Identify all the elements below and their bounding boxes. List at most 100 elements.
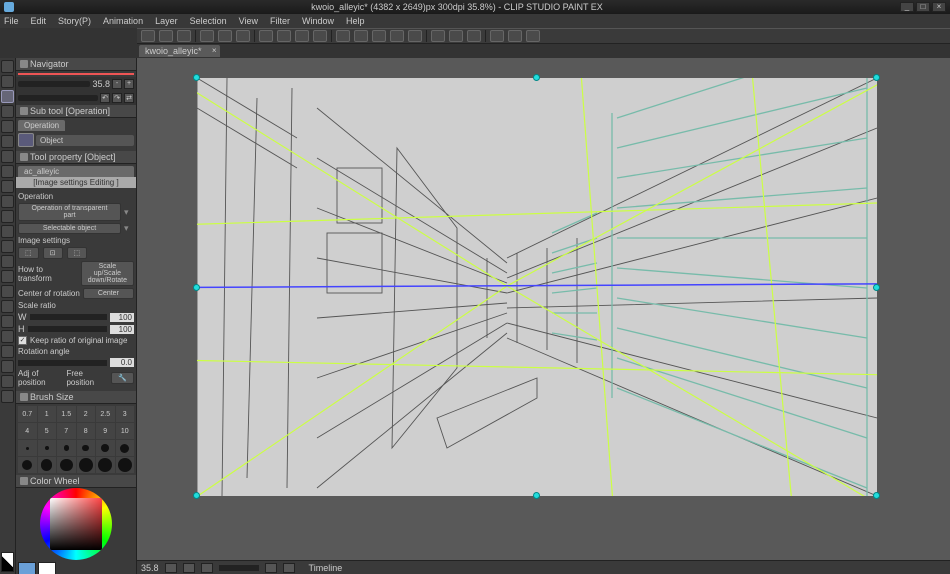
brush-dot-15[interactable] — [18, 440, 37, 456]
tool-figure-icon[interactable] — [1, 315, 14, 328]
toolbar-rec-icon[interactable] — [490, 30, 504, 42]
anchor-br-button[interactable]: ⬚ — [67, 247, 88, 259]
brush-dot-40[interactable] — [116, 440, 135, 456]
canvas[interactable] — [197, 78, 877, 496]
handle-bc[interactable] — [533, 492, 540, 499]
menu-animation[interactable]: Animation — [103, 16, 143, 26]
h-input[interactable]: 100 — [110, 325, 134, 334]
toolbar-redo-icon[interactable] — [218, 30, 232, 42]
zoom-slider[interactable] — [18, 81, 90, 87]
rotate-slider[interactable] — [18, 95, 98, 101]
tool-zoom-icon[interactable] — [1, 60, 14, 73]
w-slider[interactable] — [30, 314, 108, 320]
menu-filter[interactable]: Filter — [270, 16, 290, 26]
toolbar-flip-icon[interactable] — [408, 30, 422, 42]
brush-dot-100[interactable] — [116, 457, 135, 473]
transparent-part-button[interactable]: Operation of transparent part — [18, 203, 121, 221]
menu-edit[interactable]: Edit — [31, 16, 47, 26]
menu-help[interactable]: Help — [346, 16, 365, 26]
tool-ruler-icon[interactable] — [1, 360, 14, 373]
brush-size-4[interactable]: 4 — [18, 423, 37, 439]
toolbar-save-icon[interactable] — [177, 30, 191, 42]
toolbar-grid-icon[interactable] — [449, 30, 463, 42]
toolbar-new-icon[interactable] — [141, 30, 155, 42]
h-slider[interactable] — [28, 326, 108, 332]
brush-size-7[interactable]: 7 — [57, 423, 76, 439]
handle-tr[interactable] — [873, 74, 880, 81]
brush-size-8[interactable]: 8 — [77, 423, 96, 439]
anchor-tl-button[interactable]: ⬚ — [18, 247, 39, 259]
toolbar-erase-icon[interactable] — [236, 30, 250, 42]
menu-window[interactable]: Window — [302, 16, 334, 26]
handle-mr[interactable] — [873, 284, 880, 291]
tool-blend-icon[interactable] — [1, 270, 14, 283]
subtool-item[interactable]: Object — [18, 133, 134, 147]
tool-move-icon[interactable] — [1, 75, 14, 88]
flip-icon[interactable] — [283, 563, 295, 573]
toolbar-open-icon[interactable] — [159, 30, 173, 42]
tool-lasso-icon[interactable] — [1, 150, 14, 163]
navigator-thumbnail[interactable] — [18, 73, 134, 75]
toolbar-help-icon[interactable] — [526, 30, 540, 42]
handle-ml[interactable] — [193, 284, 200, 291]
toolbar-zoom-icon[interactable] — [336, 30, 350, 42]
navigator-header[interactable]: Navigator — [16, 58, 136, 71]
subtool-tab[interactable]: Operation — [18, 120, 65, 131]
toolbar-undo-icon[interactable] — [200, 30, 214, 42]
canvas-area[interactable]: 35.8 Timeline — [137, 58, 950, 574]
dropdown-icon[interactable]: ▾ — [124, 207, 134, 218]
tool-layermove-icon[interactable] — [1, 105, 14, 118]
maximize-button[interactable]: □ — [916, 2, 930, 12]
brush-size-5[interactable]: 5 — [38, 423, 57, 439]
fg-bg-swatch[interactable] — [1, 552, 14, 572]
menu-story[interactable]: Story(P) — [58, 16, 91, 26]
toolbar-fit-icon[interactable] — [354, 30, 368, 42]
tool-operation-icon[interactable] — [1, 90, 14, 103]
close-button[interactable]: × — [932, 2, 946, 12]
brush-size-10[interactable]: 10 — [116, 423, 135, 439]
tool-eyedropper-icon[interactable] — [1, 165, 14, 178]
toolprop-header[interactable]: Tool property [Object] — [16, 151, 136, 164]
brush-size-1[interactable]: 1 — [38, 406, 57, 422]
zoom-slider-bottom[interactable] — [219, 565, 259, 571]
brush-size-2[interactable]: 2 — [77, 406, 96, 422]
dropdown-icon[interactable]: ▾ — [124, 223, 134, 234]
toolbar-ruler-icon[interactable] — [467, 30, 481, 42]
brush-size-0.7[interactable]: 0.7 — [18, 406, 37, 422]
brush-size-2.5[interactable]: 2.5 — [96, 406, 115, 422]
brush-dot-80[interactable] — [77, 457, 96, 473]
timeline-label[interactable]: Timeline — [309, 563, 343, 573]
color-wheel[interactable] — [16, 488, 136, 560]
tool-balloon-icon[interactable] — [1, 345, 14, 358]
brush-dot-70[interactable] — [57, 457, 76, 473]
tool-wand-icon[interactable] — [1, 135, 14, 148]
zoom-out-button[interactable]: - — [112, 79, 122, 89]
tab-document[interactable]: kwoio_alleyic* × — [139, 45, 220, 57]
subtool-header[interactable]: Sub tool [Operation] — [16, 105, 136, 118]
brush-size-1.5[interactable]: 1.5 — [57, 406, 76, 422]
menu-file[interactable]: File — [4, 16, 19, 26]
brush-dot-35[interactable] — [96, 440, 115, 456]
toolbar-100-icon[interactable] — [372, 30, 386, 42]
minimize-button[interactable]: _ — [900, 2, 914, 12]
rotation-input[interactable]: 0.0 — [110, 358, 134, 367]
brush-dot-30[interactable] — [77, 440, 96, 456]
menu-layer[interactable]: Layer — [155, 16, 178, 26]
menu-selection[interactable]: Selection — [190, 16, 227, 26]
rotate-cw-button[interactable]: ↷ — [112, 93, 122, 103]
how-transform-value[interactable]: Scale up/Scale down/Rotate — [81, 261, 134, 286]
tool-pencil-icon[interactable] — [1, 195, 14, 208]
fit-icon[interactable] — [201, 563, 213, 573]
brush-dot-90[interactable] — [96, 457, 115, 473]
swatch-bg[interactable] — [38, 562, 56, 574]
wrench-button[interactable]: 🔧 — [111, 372, 134, 384]
brush-dot-20[interactable] — [38, 440, 57, 456]
brush-dot-50[interactable] — [18, 457, 37, 473]
toolbar-mask-icon[interactable] — [313, 30, 327, 42]
toolbar-rotate-icon[interactable] — [390, 30, 404, 42]
zoom-in-icon[interactable] — [183, 563, 195, 573]
w-input[interactable]: 100 — [110, 313, 134, 322]
toolbar-snap-icon[interactable] — [431, 30, 445, 42]
handle-tl[interactable] — [193, 74, 200, 81]
tool-decoration-icon[interactable] — [1, 240, 14, 253]
